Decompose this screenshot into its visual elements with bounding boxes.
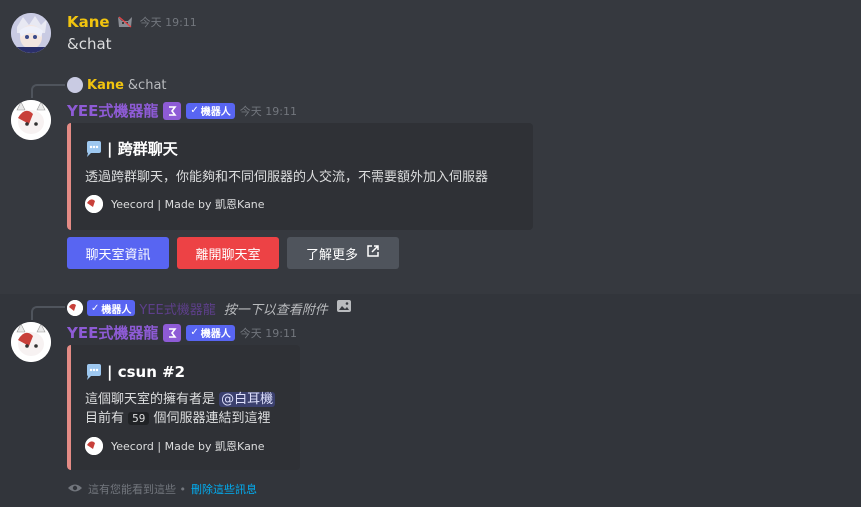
count-suffix: 個伺服器連結到這裡 <box>153 411 271 426</box>
username-bot[interactable]: YEE式機器龍 <box>67 322 158 343</box>
embed-chat: | 跨群聊天 透過跨群聊天，你能夠和不同伺服器的人交流，不需要額外加入伺服器 Y… <box>67 123 533 230</box>
timestamp: 今天 19:11 <box>239 104 297 118</box>
chatroom-info-button[interactable]: 聊天室資訊 <box>67 237 169 269</box>
bot-badge: ✓ 機器人 <box>186 324 235 341</box>
leave-chatroom-label: 離開聊天室 <box>195 247 261 263</box>
avatar-bot[interactable] <box>11 100 51 140</box>
timestamp: 今天 19:11 <box>239 326 297 340</box>
check-icon: ✓ <box>91 302 100 314</box>
reply-spine <box>31 306 65 320</box>
timestamp: 今天 19:11 <box>139 16 197 29</box>
reply-avatar <box>67 300 83 316</box>
reply-content: 按一下以查看附件 <box>223 302 328 318</box>
embed-chatroom-info: | csun #2 這個聊天室的擁有者是 @白耳機 目前有 59 個伺服器連結到… <box>67 345 300 470</box>
bot-badge: ✓ 機器人 <box>87 300 136 316</box>
reply-username[interactable]: YEE式機器龍 <box>139 299 215 318</box>
learn-more-button[interactable]: 了解更多 <box>287 237 399 269</box>
embed-title: | csun #2 <box>107 363 186 381</box>
footer-avatar <box>85 195 103 213</box>
footer-avatar <box>85 437 103 455</box>
reply-preview[interactable]: Kane &chat <box>67 77 167 93</box>
speech-bubble-icon <box>85 140 103 158</box>
leave-chatroom-button[interactable]: 離開聊天室 <box>177 237 279 269</box>
bot-badge-label: 機器人 <box>200 107 231 118</box>
embed-footer: Yeecord | Made by 凱恩Kane <box>111 198 265 211</box>
embed-title: | 跨群聊天 <box>107 140 178 158</box>
speech-bubble-icon <box>85 363 103 381</box>
ephemeral-notice: 這有您能看到這些 • 刪除這些訊息 <box>67 481 257 497</box>
chatroom-info-label: 聊天室資訊 <box>85 247 151 263</box>
count-prefix: 目前有 <box>85 411 125 426</box>
avatar-bot[interactable] <box>11 322 51 362</box>
owner-line: 這個聊天室的擁有者是 @白耳機 <box>85 390 276 409</box>
reply-spine <box>31 84 65 98</box>
reply-content: &chat <box>127 77 167 93</box>
embed-footer: Yeecord | Made by 凱恩Kane <box>111 440 265 453</box>
image-icon <box>336 298 352 318</box>
embed-description: 透過跨群聊天，你能夠和不同伺服器的人交流，不需要額外加入伺服器 <box>85 170 489 185</box>
bot-badge: ✓ 機器人 <box>186 102 235 119</box>
server-count: 59 <box>128 412 150 425</box>
dismiss-link[interactable]: 刪除這些訊息 <box>191 481 257 497</box>
ephemeral-text: 這有您能看到這些 • <box>88 483 186 496</box>
reply-preview[interactable]: ✓ 機器人 YEE式機器龍 按一下以查看附件 <box>67 298 352 318</box>
role-icon <box>163 101 182 120</box>
username-kane[interactable]: Kane <box>67 13 110 31</box>
avatar-kane[interactable] <box>11 13 51 53</box>
external-link-icon <box>366 244 380 262</box>
reply-avatar <box>67 77 83 93</box>
bot-badge-label: 機器人 <box>101 304 132 316</box>
owner-mention[interactable]: @白耳機 <box>219 392 276 407</box>
bot-badge-label: 機器人 <box>200 329 231 340</box>
server-count-line: 目前有 59 個伺服器連結到這裡 <box>85 409 275 428</box>
eye-icon <box>67 482 83 497</box>
learn-more-label: 了解更多 <box>305 247 358 263</box>
check-icon: ✓ <box>190 105 199 116</box>
username-bot[interactable]: YEE式機器龍 <box>67 100 158 121</box>
cat-emoji-icon <box>116 13 134 31</box>
reply-username[interactable]: Kane <box>87 78 124 93</box>
role-icon <box>163 323 182 342</box>
owner-prefix: 這個聊天室的擁有者是 <box>85 392 216 407</box>
message-content: &chat <box>67 35 112 53</box>
check-icon: ✓ <box>190 327 199 338</box>
